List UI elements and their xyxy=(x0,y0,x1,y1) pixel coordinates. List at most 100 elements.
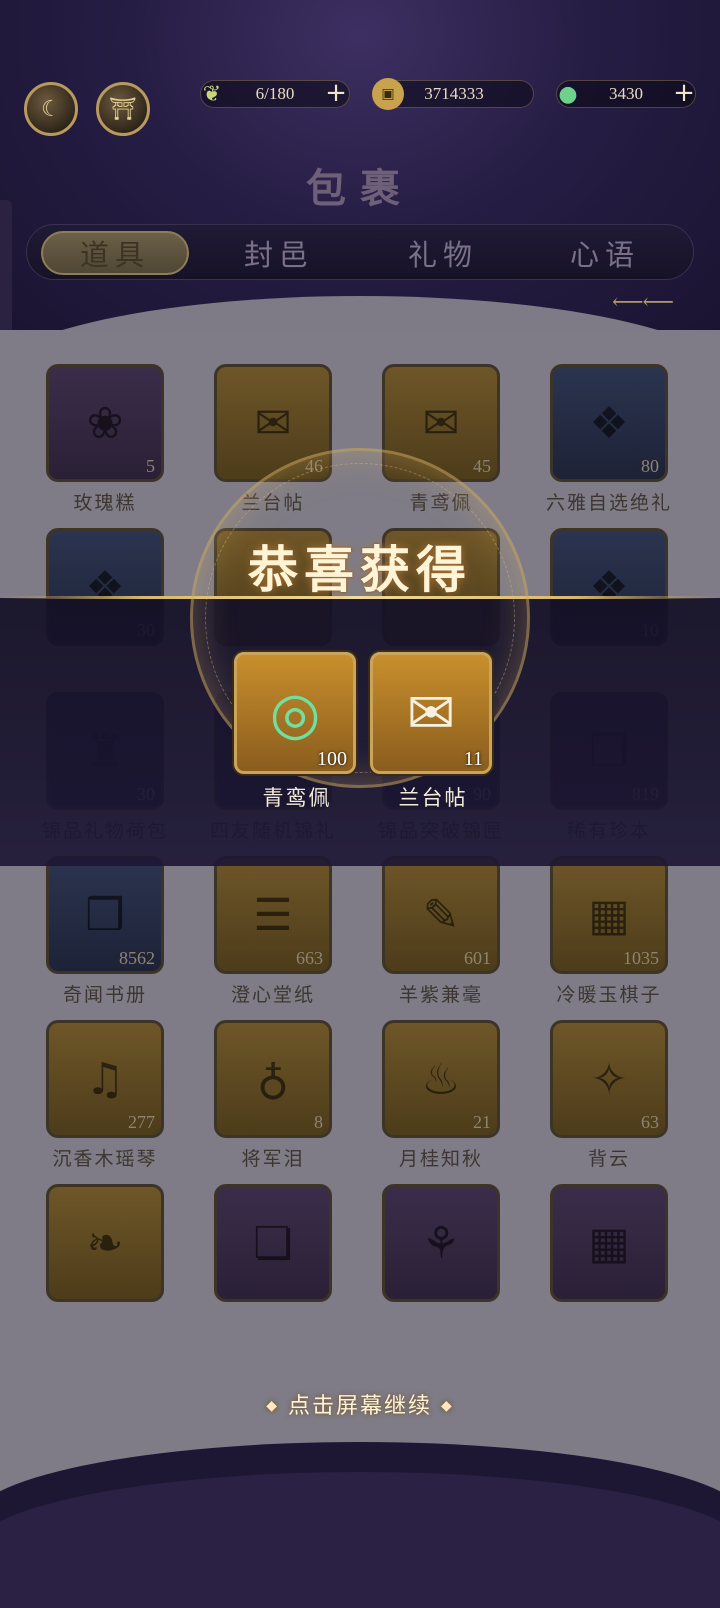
item-slot[interactable]: ❀ 5 xyxy=(46,364,164,482)
item-name: 背云 xyxy=(587,1148,630,1170)
item-slot[interactable]: ☰ 663 xyxy=(214,856,332,974)
inventory-item[interactable]: ✧ 63 背云 xyxy=(524,1020,694,1170)
letter-scroll-icon: ✉ xyxy=(254,397,292,449)
item-count: 63 xyxy=(641,1112,659,1132)
reward-name: 青鸾佩 xyxy=(262,786,332,810)
reward-item[interactable]: ✉ 11 兰台帖 xyxy=(370,652,496,812)
go-board-icon: ▦ xyxy=(588,1217,630,1269)
add-stamina-button[interactable]: + xyxy=(322,80,350,108)
pavilion-button[interactable]: ⛩ xyxy=(96,82,150,136)
item-count: 8 xyxy=(314,1112,323,1132)
tab-items[interactable]: 道具 xyxy=(41,231,189,275)
item-count: 1035 xyxy=(623,948,659,968)
zither-icon: ♫ xyxy=(85,1053,125,1105)
item-name: 羊紫兼毫 xyxy=(398,984,483,1006)
pavilion-icon: ⛩ xyxy=(109,96,137,122)
item-slot[interactable]: ♁ 8 xyxy=(214,1020,332,1138)
item-name: 澄心堂纸 xyxy=(230,984,315,1006)
reward-name: 兰台帖 xyxy=(398,786,468,810)
item-name: 沉香木瑶琴 xyxy=(52,1148,158,1170)
stamina-value: 6/180 xyxy=(255,84,295,103)
rose-cake-icon: ❀ xyxy=(86,397,124,449)
jade-gem-icon: ● xyxy=(558,81,578,107)
item-slot[interactable]: ❖ 80 xyxy=(550,364,668,482)
paper-icon: ☰ xyxy=(253,889,293,941)
inventory-item[interactable]: ❧ xyxy=(20,1184,190,1334)
book-icon: ❒ xyxy=(85,889,125,941)
scroll-icon: ❏ xyxy=(253,1217,293,1269)
feather-icon: ❧ xyxy=(86,1217,124,1269)
item-slot[interactable]: ♨ 21 xyxy=(382,1020,500,1138)
tap-to-continue-hint[interactable]: ◆ 点击屏幕继续 ◆ xyxy=(0,1388,720,1420)
brush-icon: ✎ xyxy=(422,889,460,941)
item-slot[interactable]: ⚘ xyxy=(382,1184,500,1302)
page-title: 包裹 xyxy=(306,165,414,212)
add-jade-button[interactable]: + xyxy=(670,80,698,108)
header-area: ☾ ⛩ 6/180 ❦ + 3714333 ▣ 3430 ● + 包裹 道具 封… xyxy=(0,0,720,340)
perfume-bottle-icon: ♁ xyxy=(256,1053,290,1105)
gift-box-icon: ❖ xyxy=(589,397,629,449)
item-name: 奇闻书册 xyxy=(62,984,147,1006)
crescent-moon-icon: ☾ xyxy=(41,96,61,122)
item-slot[interactable]: ❏ xyxy=(214,1184,332,1302)
item-count: 277 xyxy=(128,1112,155,1132)
item-slot[interactable]: ✎ 601 xyxy=(382,856,500,974)
inventory-item[interactable]: ❖ 80 六雅自选绝礼 xyxy=(524,364,694,514)
item-slot[interactable]: ♫ 277 xyxy=(46,1020,164,1138)
side-tab[interactable] xyxy=(0,200,12,340)
copper-coin-icon: ▣ xyxy=(372,78,404,110)
bottom-decoration-inner xyxy=(0,1472,720,1608)
diamond-icon: ◆ xyxy=(266,1398,279,1414)
item-count: 45 xyxy=(473,456,491,476)
inventory-item[interactable]: ⚘ xyxy=(356,1184,526,1334)
reward-slot[interactable]: ✉ 11 xyxy=(370,652,492,774)
jade-pendant-icon: ◎ xyxy=(269,679,321,747)
item-count: 601 xyxy=(464,948,491,968)
item-slot[interactable]: ❒ 8562 xyxy=(46,856,164,974)
category-tab-bar: 道具 封邑 礼物 心语 xyxy=(26,224,694,280)
inventory-item[interactable]: ❀ 5 玫瑰糕 xyxy=(20,364,190,514)
go-board-icon: ▦ xyxy=(588,889,630,941)
item-slot[interactable]: ❧ xyxy=(46,1184,164,1302)
item-name: 玫瑰糕 xyxy=(73,492,137,514)
item-name: 六雅自选绝礼 xyxy=(545,492,672,514)
item-name: 冷暖玉棋子 xyxy=(556,984,662,1006)
hairpin-icon: ⚘ xyxy=(421,1217,461,1269)
tab-fief[interactable]: 封邑 xyxy=(205,231,353,275)
reward-count: 100 xyxy=(317,748,347,770)
item-count: 8562 xyxy=(119,948,155,968)
inventory-item[interactable]: ❏ xyxy=(188,1184,358,1334)
jade-value: 3430 xyxy=(609,84,643,103)
reward-count: 11 xyxy=(463,748,483,770)
inventory-item[interactable]: ♁ 8 将军泪 xyxy=(188,1020,358,1170)
reward-slot[interactable]: ◎ 100 xyxy=(234,652,356,774)
item-name: 将军泪 xyxy=(241,1148,305,1170)
tab-heart-words[interactable]: 心语 xyxy=(531,231,679,275)
item-name: 月桂知秋 xyxy=(398,1148,483,1170)
incense-icon: ♨ xyxy=(421,1053,461,1105)
inventory-item[interactable]: ❒ 8562 奇闻书册 xyxy=(20,856,190,1006)
tab-gifts[interactable]: 礼物 xyxy=(369,231,517,275)
inventory-item[interactable]: ▦ xyxy=(524,1184,694,1334)
item-count: 21 xyxy=(473,1112,491,1132)
inventory-item[interactable]: ♫ 277 沉香木瑶琴 xyxy=(20,1020,190,1170)
moon-menu-button[interactable]: ☾ xyxy=(24,82,78,136)
reward-item[interactable]: ◎ 100 青鸾佩 xyxy=(234,652,360,812)
item-slot[interactable]: ▦ 1035 xyxy=(550,856,668,974)
reward-title: 恭喜获得 xyxy=(248,540,472,599)
inventory-item[interactable]: ☰ 663 澄心堂纸 xyxy=(188,856,358,1006)
coin-value: 3714333 xyxy=(424,84,484,103)
item-slot[interactable]: ▦ xyxy=(550,1184,668,1302)
letter-scroll-icon: ✉ xyxy=(422,397,460,449)
inventory-item[interactable]: ▦ 1035 冷暖玉棋子 xyxy=(524,856,694,1006)
arrow-decoration-icon: ⟵ ⟵ xyxy=(612,290,674,315)
leaf-stamina-icon: ❦ xyxy=(202,81,222,107)
jewel-fan-icon: ✧ xyxy=(590,1053,628,1105)
item-count: 80 xyxy=(641,456,659,476)
item-slot[interactable]: ✧ 63 xyxy=(550,1020,668,1138)
item-count: 5 xyxy=(146,456,155,476)
inventory-item[interactable]: ♨ 21 月桂知秋 xyxy=(356,1020,526,1170)
diamond-icon: ◆ xyxy=(441,1398,454,1414)
letter-scroll-icon: ✉ xyxy=(406,679,456,747)
inventory-item[interactable]: ✎ 601 羊紫兼毫 xyxy=(356,856,526,1006)
